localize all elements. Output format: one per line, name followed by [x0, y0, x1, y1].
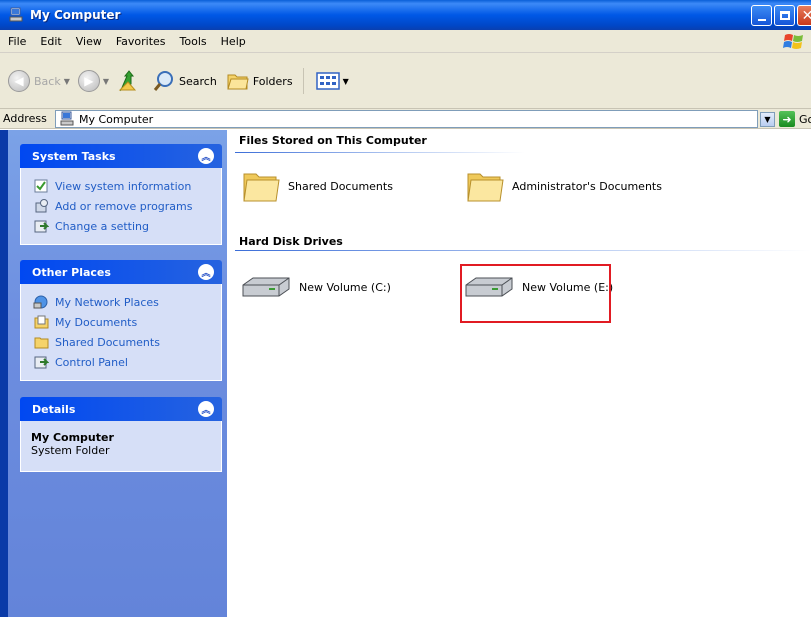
place-label: My Network Places: [55, 295, 159, 309]
go-label: Go: [799, 112, 811, 126]
folders-label: Folders: [252, 74, 293, 88]
control-panel-icon: [33, 354, 49, 370]
window-title: My Computer: [30, 8, 121, 22]
folders-icon: [227, 74, 249, 90]
place-label: Control Panel: [55, 355, 128, 369]
place-my-documents[interactable]: My Documents: [33, 312, 213, 332]
close-button[interactable]: ✕: [797, 5, 811, 26]
system-tasks-title: System Tasks: [32, 149, 116, 163]
place-label: Shared Documents: [55, 335, 160, 349]
task-change-setting[interactable]: Change a setting: [33, 216, 213, 236]
toolbar: ◀ Back ▼ ▶ ▼ Search Folders ▼: [0, 53, 811, 109]
item-label: Administrator's Documents: [512, 179, 662, 193]
hard-drive-icon: [242, 277, 290, 297]
menu-tools[interactable]: Tools: [173, 35, 214, 48]
maximize-icon: [779, 11, 790, 20]
forward-button[interactable]: ▶ ▼: [77, 70, 110, 92]
control-panel-icon: [33, 218, 49, 234]
chevron-down-icon: ▼: [342, 76, 349, 86]
place-my-network-places[interactable]: My Network Places: [33, 292, 213, 312]
collapse-icon[interactable]: ︽: [198, 401, 214, 417]
place-shared-documents[interactable]: Shared Documents: [33, 332, 213, 352]
other-places-header[interactable]: Other Places ︽: [20, 260, 222, 284]
menu-edit[interactable]: Edit: [33, 35, 68, 48]
details-item-name: My Computer: [31, 431, 114, 444]
task-add-remove-programs[interactable]: Add or remove programs: [33, 196, 213, 216]
chevron-down-icon: ▼: [63, 76, 70, 86]
address-value: My Computer: [79, 112, 154, 126]
toolbar-separator: [302, 68, 304, 94]
search-button[interactable]: Search: [153, 70, 217, 92]
system-tasks-header[interactable]: System Tasks ︽: [20, 144, 222, 168]
folder-icon: [243, 173, 280, 202]
back-button[interactable]: ◀ Back ▼: [8, 70, 70, 92]
menu-favorites[interactable]: Favorites: [109, 35, 173, 48]
task-label: View system information: [55, 179, 192, 193]
chevron-down-icon: ▼: [102, 76, 110, 86]
highlight-box: [460, 264, 611, 323]
up-button[interactable]: [117, 70, 139, 92]
folders-button[interactable]: Folders: [227, 71, 293, 91]
place-control-panel[interactable]: Control Panel: [33, 352, 213, 372]
collapse-icon[interactable]: ︽: [198, 148, 214, 164]
place-label: My Documents: [55, 315, 138, 329]
search-label: Search: [179, 74, 217, 88]
system-tasks-panel: System Tasks ︽ View system information A…: [20, 144, 222, 245]
views-button[interactable]: ▼: [315, 71, 349, 91]
chevron-down-icon: ▼: [764, 115, 771, 124]
menu-file[interactable]: File: [1, 35, 33, 48]
back-label: Back: [34, 74, 61, 88]
group-divider: [235, 250, 811, 251]
system-info-icon: [33, 178, 49, 194]
address-label: Address: [3, 112, 47, 125]
forward-arrow-icon: ▶: [77, 70, 100, 92]
other-places-title: Other Places: [32, 265, 111, 279]
menu-help[interactable]: Help: [214, 35, 253, 48]
task-label: Change a setting: [55, 219, 149, 233]
my-documents-icon: [33, 314, 49, 330]
my-computer-icon: [60, 111, 74, 126]
details-title: Details: [32, 402, 76, 416]
my-computer-icon: [9, 7, 23, 22]
menu-view[interactable]: View: [69, 35, 109, 48]
address-bar: Address My Computer ▼ ➜ Go: [0, 109, 811, 129]
details-panel: Details ︽ My Computer System Folder: [20, 397, 222, 472]
collapse-icon[interactable]: ︽: [198, 264, 214, 280]
item-label: Shared Documents: [288, 179, 393, 193]
views-icon: [315, 72, 340, 90]
close-icon: ✕: [802, 8, 811, 24]
content-pane: Files Stored on This Computer Shared Doc…: [227, 130, 811, 617]
address-input[interactable]: My Computer: [55, 110, 758, 128]
group-header-hard-disk-drives: Hard Disk Drives: [239, 235, 343, 248]
other-places-panel: Other Places ︽ My Network Places My Docu…: [20, 260, 222, 381]
add-remove-programs-icon: [33, 198, 49, 214]
title-bar[interactable]: My Computer ✕: [0, 0, 811, 30]
item-new-volume-c[interactable]: New Volume (C:): [241, 275, 391, 299]
minimize-icon: [757, 18, 766, 21]
details-header[interactable]: Details ︽: [20, 397, 222, 421]
group-header-files: Files Stored on This Computer: [239, 134, 427, 147]
go-arrow-icon: ➜: [779, 111, 795, 127]
menu-bar: File Edit View Favorites Tools Help: [0, 30, 811, 53]
folder-icon: [467, 173, 504, 202]
go-button[interactable]: ➜ Go: [779, 111, 811, 127]
details-item-type: System Folder: [31, 444, 110, 457]
item-administrators-documents[interactable]: Administrator's Documents: [466, 168, 662, 204]
back-arrow-icon: ◀: [8, 70, 30, 92]
address-dropdown-button[interactable]: ▼: [760, 112, 775, 127]
task-view-system-information[interactable]: View system information: [33, 176, 213, 196]
network-places-icon: [33, 294, 49, 310]
search-icon: [153, 71, 174, 91]
up-folder-icon: [118, 70, 137, 92]
task-pane: System Tasks ︽ View system information A…: [0, 130, 227, 617]
minimize-button[interactable]: [751, 5, 772, 26]
maximize-button[interactable]: [774, 5, 795, 26]
item-label: New Volume (C:): [299, 280, 391, 294]
item-shared-documents[interactable]: Shared Documents: [242, 168, 393, 204]
group-divider: [235, 152, 525, 153]
task-label: Add or remove programs: [55, 199, 193, 213]
windows-logo-icon: [783, 34, 803, 49]
folder-icon: [33, 334, 49, 350]
